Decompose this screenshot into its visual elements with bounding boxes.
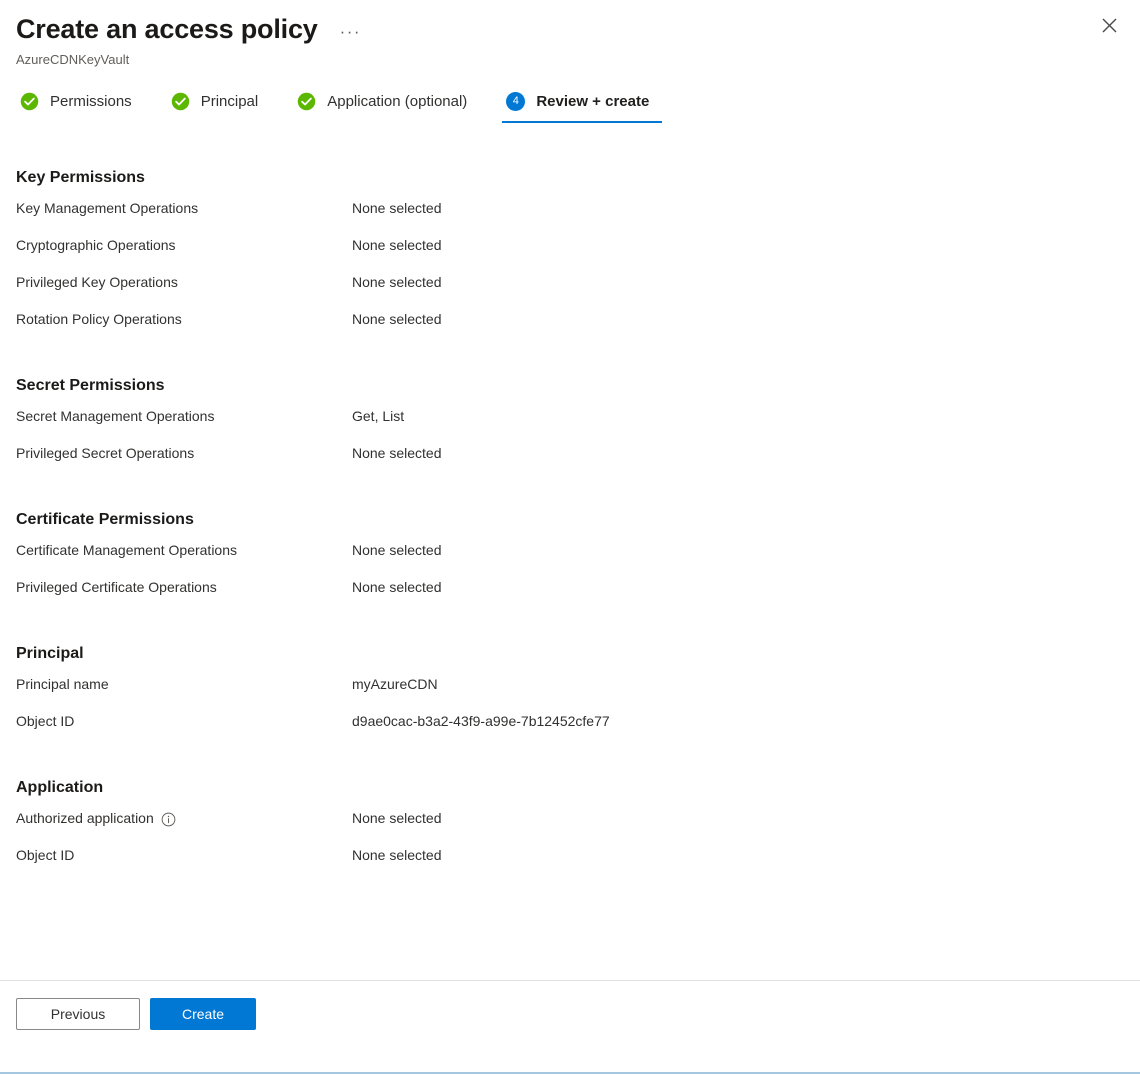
row-label: Privileged Key Operations xyxy=(16,274,178,290)
section-title: Secret Permissions xyxy=(16,377,165,394)
table-row: Key Management Operations None selected xyxy=(16,198,1124,235)
green-check-icon xyxy=(171,92,189,111)
row-value-object-id: d9ae0cac-b3a2-43f9-a99e-7b12452cfe77 xyxy=(352,713,610,729)
row-label: Privileged Secret Operations xyxy=(16,445,195,461)
row-value: Get, List xyxy=(352,408,405,424)
tab-principal[interactable]: Principal xyxy=(167,89,272,123)
info-circle-icon xyxy=(161,812,176,826)
create-access-policy-blade: Create an access policy ··· AzureCDNKeyV… xyxy=(0,0,1140,1074)
page-title: Create an access policy xyxy=(16,14,318,44)
row-value: None selected xyxy=(352,810,442,826)
footer-buttons: Previous Create xyxy=(16,998,1124,1030)
row-value: None selected xyxy=(352,200,442,216)
section-principal: Principal Principal name myAzureCDN Obje… xyxy=(16,643,1124,748)
table-row: Privileged Certificate Operations None s… xyxy=(16,577,1124,614)
table-row: Certificate Management Operations None s… xyxy=(16,540,1124,577)
table-row: Privileged Secret Operations None select… xyxy=(16,443,1124,480)
table-row: Rotation Policy Operations None selected xyxy=(16,309,1124,346)
row-label: Rotation Policy Operations xyxy=(16,311,182,327)
table-row: Object ID d9ae0cac-b3a2-43f9-a99e-7b1245… xyxy=(16,711,1124,748)
green-check-icon xyxy=(20,92,39,111)
tab-permissions[interactable]: Permissions xyxy=(16,89,145,123)
table-row: Principal name myAzureCDN xyxy=(16,674,1124,711)
section-secret-permissions: Secret Permissions Secret Management Ope… xyxy=(16,375,1124,480)
row-value: myAzureCDN xyxy=(352,676,438,692)
row-value: None selected xyxy=(352,847,442,863)
close-button[interactable] xyxy=(1092,8,1126,42)
row-value: None selected xyxy=(352,311,442,327)
section-rows: Certificate Management Operations None s… xyxy=(16,540,1124,614)
row-value: None selected xyxy=(352,445,442,461)
section-rows: Authorized application None selected Obj… xyxy=(16,808,1124,882)
close-icon xyxy=(1102,18,1116,32)
table-row: Authorized application None selected xyxy=(16,808,1124,845)
section-rows: Secret Management Operations Get, List P… xyxy=(16,406,1124,480)
section-rows: Key Management Operations None selected … xyxy=(16,198,1124,346)
row-value: None selected xyxy=(352,579,442,595)
more-options-icon[interactable]: ··· xyxy=(336,21,365,42)
section-application: Application Authorized application None … xyxy=(16,777,1124,882)
wizard-tabs: Permissions Principal Application (optio… xyxy=(0,89,1140,123)
section-title: Key Permissions xyxy=(16,169,145,186)
previous-button[interactable]: Previous xyxy=(16,998,140,1030)
table-row: Cryptographic Operations None selected xyxy=(16,235,1124,272)
table-row: Object ID None selected xyxy=(16,845,1124,882)
row-label: Certificate Management Operations xyxy=(16,542,237,558)
table-row: Privileged Key Operations None selected xyxy=(16,272,1124,309)
create-button[interactable]: Create xyxy=(150,998,256,1030)
row-label: Authorized application xyxy=(16,808,352,828)
step-number-badge: 4 xyxy=(506,92,526,111)
blade-footer: Previous Create xyxy=(0,980,1140,1072)
section-title: Certificate Permissions xyxy=(16,511,194,528)
row-label-text: Authorized application xyxy=(16,810,154,826)
section-title: Principal xyxy=(16,645,84,662)
row-label: Object ID xyxy=(16,847,75,863)
blade-subtitle: AzureCDNKeyVault xyxy=(16,52,130,67)
section-key-permissions: Key Permissions Key Management Operation… xyxy=(16,167,1124,346)
row-label: Object ID xyxy=(16,713,75,729)
tab-review-create[interactable]: 4 Review + create xyxy=(502,89,663,123)
row-label: Secret Management Operations xyxy=(16,408,215,424)
row-value: None selected xyxy=(352,274,442,290)
section-rows: Principal name myAzureCDN Object ID d9ae… xyxy=(16,674,1124,748)
row-value: None selected xyxy=(352,542,442,558)
blade-header: Create an access policy ··· AzureCDNKeyV… xyxy=(0,0,1140,69)
section-title: Application xyxy=(16,779,104,796)
row-value: None selected xyxy=(352,237,442,253)
row-label: Key Management Operations xyxy=(16,200,199,216)
tab-review-create-label: Review + create xyxy=(536,93,650,110)
info-icon[interactable] xyxy=(161,812,176,827)
row-label: Privileged Certificate Operations xyxy=(16,579,217,595)
title-row: Create an access policy ··· xyxy=(16,12,1124,46)
tab-permissions-label: Permissions xyxy=(50,93,132,110)
tab-application-label: Application (optional) xyxy=(327,93,468,110)
tab-application[interactable]: Application (optional) xyxy=(293,89,480,123)
tab-principal-label: Principal xyxy=(200,93,259,110)
green-check-icon xyxy=(297,92,316,111)
row-label: Principal name xyxy=(16,676,109,692)
table-row: Secret Management Operations Get, List xyxy=(16,406,1124,443)
row-label: Cryptographic Operations xyxy=(16,237,176,253)
review-content: Key Permissions Key Management Operation… xyxy=(0,123,1140,980)
section-certificate-permissions: Certificate Permissions Certificate Mana… xyxy=(16,509,1124,614)
